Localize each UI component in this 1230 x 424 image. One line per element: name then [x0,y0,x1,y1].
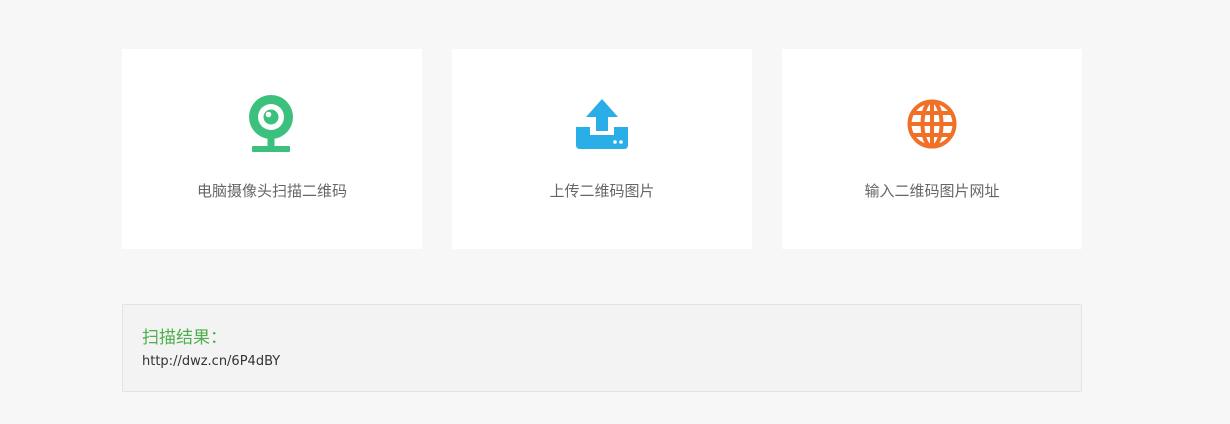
upload-image-option[interactable]: 上传二维码图片 [452,49,752,249]
upload-icon [574,95,630,153]
webcam-scan-label: 电脑摄像头扫描二维码 [196,182,347,200]
scan-result-value[interactable]: http://dwz.cn/6P4dBY [142,353,280,371]
scan-result-title: 扫描结果： [142,328,227,348]
webcam-icon [244,95,300,153]
scan-result-panel: 扫描结果： http://dwz.cn/6P4dBY [122,304,1082,392]
image-url-label: 输入二维码图片网址 [864,182,1000,200]
image-url-option[interactable]: 输入二维码图片网址 [782,49,1082,249]
webcam-scan-option[interactable]: 电脑摄像头扫描二维码 [122,49,422,249]
upload-image-label: 上传二维码图片 [549,182,655,200]
globe-icon [904,95,960,153]
qr-scanner-page: 电脑摄像头扫描二维码 上传二维码图片 输入二维码图片网址 扫描结果： http:… [0,0,1230,424]
